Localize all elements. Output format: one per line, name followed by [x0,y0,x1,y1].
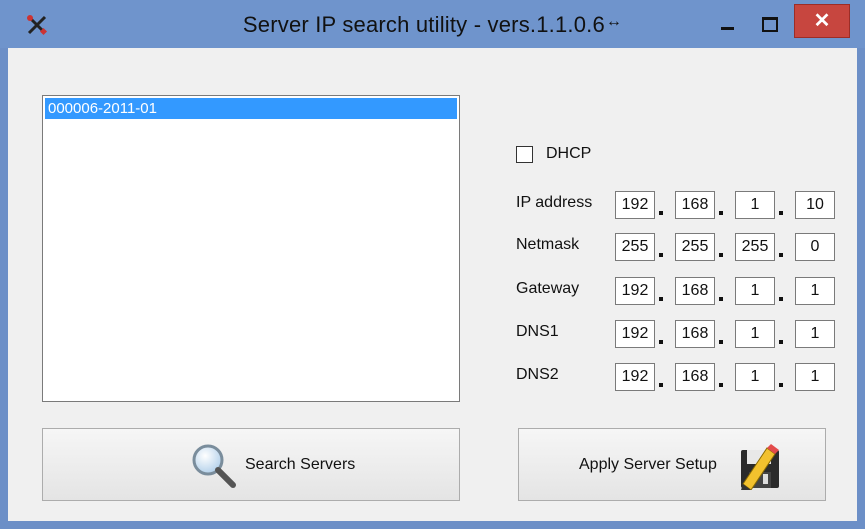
octet-field[interactable]: 0 [795,233,835,261]
octet-separator [719,383,723,387]
server-listbox[interactable]: 000006-2011-01 [42,95,460,402]
octet-separator [779,383,783,387]
row-label: DNS2 [516,366,559,383]
octet-field[interactable]: 192 [615,277,655,305]
floppy-pencil-icon [737,444,783,495]
octet-field[interactable]: 1 [735,277,775,305]
close-button[interactable]: ✕ [794,4,850,38]
octet-field[interactable]: 1 [735,191,775,219]
octet-separator [719,253,723,257]
octet-separator [779,297,783,301]
title-bar[interactable]: Server IP search utility - vers.1.1.0.6↔… [0,0,865,48]
dhcp-checkbox[interactable] [516,146,533,163]
octet-field[interactable]: 255 [735,233,775,261]
maximize-button[interactable] [748,8,788,36]
octet-separator [719,211,723,215]
octet-field[interactable]: 1 [795,363,835,391]
octet-separator [779,340,783,344]
close-icon: ✕ [813,10,831,32]
octet-field[interactable]: 1 [735,363,775,391]
octet-separator [659,253,663,257]
client-area: 000006-2011-01 DHCP IP address 192 168 1 10 N… [8,48,857,521]
octet-field[interactable]: 1 [795,320,835,348]
list-item[interactable]: 000006-2011-01 [45,98,457,119]
octet-separator [659,340,663,344]
row-label: Gateway [516,280,580,297]
row-label: DNS1 [516,323,559,340]
app-window: Server IP search utility - vers.1.1.0.6↔… [0,0,865,529]
row-label: IP address [516,194,593,211]
octet-field[interactable]: 1 [735,320,775,348]
row-label: Netmask [516,236,580,253]
octet-field[interactable]: 10 [795,191,835,219]
octet-separator [779,253,783,257]
search-servers-label: Search Servers [245,456,356,473]
octet-field[interactable]: 168 [675,320,715,348]
octet-separator [659,297,663,301]
octet-separator [779,211,783,215]
octet-field[interactable]: 192 [615,363,655,391]
octet-separator [719,297,723,301]
octet-field[interactable]: 255 [675,233,715,261]
window-title-text: Server IP search utility - vers.1.1.0.6 [242,12,605,37]
magnifier-icon [189,442,239,495]
octet-field[interactable]: 255 [615,233,655,261]
octet-field[interactable]: 168 [675,277,715,305]
octet-field[interactable]: 1 [795,277,835,305]
search-servers-button[interactable]: Search Servers [42,428,460,501]
octet-separator [659,211,663,215]
octet-separator [659,383,663,387]
apply-server-setup-button[interactable]: Apply Server Setup [518,428,826,501]
octet-separator [719,340,723,344]
resize-arrow-icon: ↔ [605,13,623,30]
octet-field[interactable]: 192 [615,320,655,348]
octet-field[interactable]: 168 [675,191,715,219]
octet-field[interactable]: 168 [675,363,715,391]
apply-server-setup-label: Apply Server Setup [579,456,717,473]
dhcp-label: DHCP [546,145,592,162]
minimize-button[interactable] [708,8,748,36]
octet-field[interactable]: 192 [615,191,655,219]
